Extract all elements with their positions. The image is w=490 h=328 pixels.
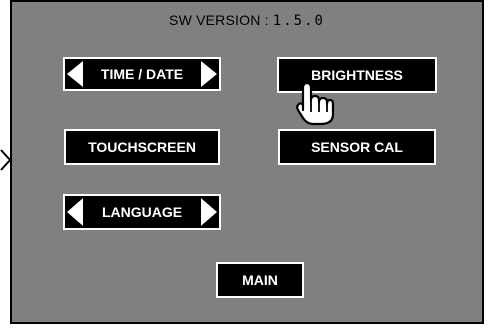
sensor-cal-label: SENSOR CAL	[311, 139, 403, 155]
version-number: 1.5.0	[272, 13, 325, 29]
touchscreen-label: TOUCHSCREEN	[88, 139, 196, 155]
sensor-cal-button[interactable]: SENSOR CAL	[278, 129, 436, 165]
language-button[interactable]: LANGUAGE	[63, 194, 221, 230]
triangle-left-icon[interactable]	[65, 196, 85, 228]
settings-panel: SW VERSION : 1.5.0 TIME / DATE BRIGHTNES…	[10, 0, 484, 324]
triangle-right-icon[interactable]	[199, 196, 219, 228]
time-date-button[interactable]: TIME / DATE	[63, 57, 221, 91]
triangle-right-icon[interactable]	[199, 59, 219, 89]
main-button[interactable]: MAIN	[216, 262, 304, 298]
version-label: SW VERSION :	[169, 12, 269, 28]
software-version: SW VERSION : 1.5.0	[12, 12, 482, 29]
time-date-label: TIME / DATE	[100, 66, 184, 82]
main-label: MAIN	[242, 272, 278, 288]
triangle-left-icon[interactable]	[65, 59, 85, 89]
touchscreen-button[interactable]: TOUCHSCREEN	[64, 129, 220, 165]
hand-pointer-icon	[295, 80, 335, 126]
language-label: LANGUAGE	[101, 204, 183, 220]
